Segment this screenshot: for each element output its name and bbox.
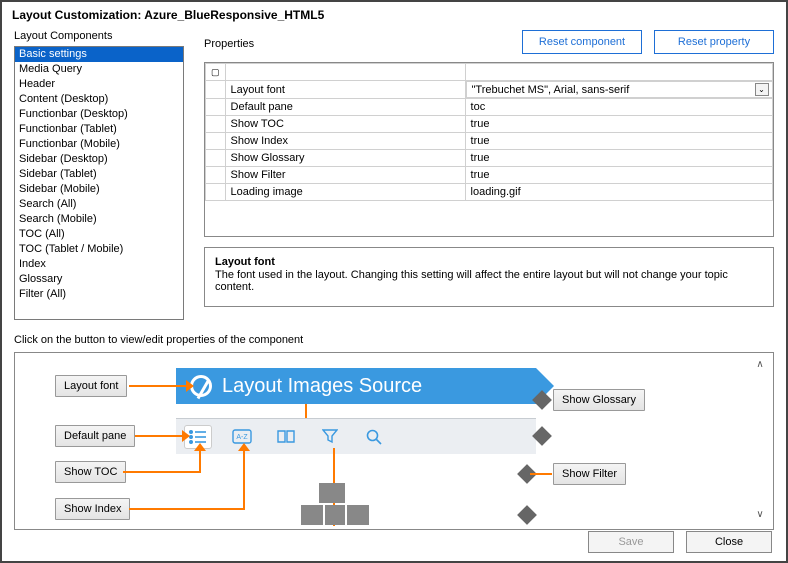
properties-grid: ▢Layout font"Trebuchet MS", Arial, sans-… [204, 62, 774, 237]
diamond-icon [517, 505, 537, 525]
component-item[interactable]: Filter (All) [15, 287, 183, 302]
content-area: Layout Components Basic settingsMedia Qu… [14, 30, 774, 515]
callout-show-glossary[interactable]: Show Glossary [553, 389, 645, 411]
close-button[interactable]: Close [686, 531, 772, 553]
svg-text:A-Z: A-Z [236, 434, 248, 441]
callout-layout-font[interactable]: Layout font [55, 375, 127, 397]
component-item[interactable]: Search (Mobile) [15, 212, 183, 227]
preview-toolbar: A-Z [176, 418, 536, 454]
property-value[interactable]: true [465, 133, 772, 150]
property-key[interactable]: Layout font [225, 81, 465, 99]
preview-banner: Layout Images Source [176, 368, 536, 404]
component-item[interactable]: Search (All) [15, 197, 183, 212]
property-key[interactable]: Default pane [225, 99, 465, 116]
filter-icon[interactable] [316, 425, 344, 449]
callout-show-toc[interactable]: Show TOC [55, 461, 126, 483]
glossary-icon[interactable] [272, 425, 300, 449]
property-value[interactable]: true [465, 167, 772, 184]
help-title: Layout font [215, 256, 763, 268]
banner-text: Layout Images Source [222, 375, 422, 398]
component-item[interactable]: Functionbar (Mobile) [15, 137, 183, 152]
component-item[interactable]: Sidebar (Desktop) [15, 152, 183, 167]
scroll-down-icon[interactable]: ∨ [753, 509, 767, 523]
component-item[interactable]: Content (Desktop) [15, 92, 183, 107]
preview-hint: Click on the button to view/edit propert… [14, 334, 774, 346]
component-item[interactable]: Sidebar (Mobile) [15, 182, 183, 197]
component-item[interactable]: Functionbar (Tablet) [15, 122, 183, 137]
callout-show-index[interactable]: Show Index [55, 498, 130, 520]
component-item[interactable]: Basic settings [15, 47, 183, 62]
component-item[interactable]: Header [15, 77, 183, 92]
reset-property-button[interactable]: Reset property [654, 30, 774, 54]
property-value[interactable]: loading.gif [465, 184, 772, 201]
scroll-up-icon[interactable]: ∧ [753, 359, 767, 373]
property-value[interactable]: toc [465, 99, 772, 116]
preview-panel: ∧ ∨ Layout font Default pane Show TOC Sh… [14, 352, 774, 530]
window-title: Layout Customization: Azure_BlueResponsi… [2, 2, 786, 28]
components-label: Layout Components [14, 30, 184, 42]
reset-component-button[interactable]: Reset component [522, 30, 642, 54]
component-item[interactable]: Sidebar (Tablet) [15, 167, 183, 182]
help-body: The font used in the layout. Changing th… [215, 269, 763, 293]
callout-default-pane[interactable]: Default pane [55, 425, 135, 447]
components-listbox[interactable]: Basic settingsMedia QueryHeaderContent (… [14, 46, 184, 320]
property-value[interactable]: true [465, 116, 772, 133]
property-key[interactable]: Show TOC [225, 116, 465, 133]
property-value[interactable]: true [465, 150, 772, 167]
save-button[interactable]: Save [588, 531, 674, 553]
property-value[interactable]: "Trebuchet MS", Arial, sans-serif⌄ [466, 81, 773, 98]
component-item[interactable]: TOC (All) [15, 227, 183, 242]
collapse-toggle[interactable]: ▢ [206, 64, 226, 81]
property-key[interactable]: Show Index [225, 133, 465, 150]
component-item[interactable]: Index [15, 257, 183, 272]
callout-show-filter[interactable]: Show Filter [553, 463, 626, 485]
property-key[interactable]: Show Glossary [225, 150, 465, 167]
properties-label: Properties [204, 38, 254, 50]
property-key[interactable]: Loading image [225, 184, 465, 201]
help-panel: Layout font The font used in the layout.… [204, 247, 774, 307]
dropdown-arrow-icon[interactable]: ⌄ [755, 83, 769, 96]
component-item[interactable]: Glossary [15, 272, 183, 287]
search-icon[interactable] [360, 425, 388, 449]
component-item[interactable]: TOC (Tablet / Mobile) [15, 242, 183, 257]
property-key[interactable]: Show Filter [225, 167, 465, 184]
component-item[interactable]: Media Query [15, 62, 183, 77]
layout-customization-window: Layout Customization: Azure_BlueResponsi… [0, 0, 788, 563]
component-item[interactable]: Functionbar (Desktop) [15, 107, 183, 122]
